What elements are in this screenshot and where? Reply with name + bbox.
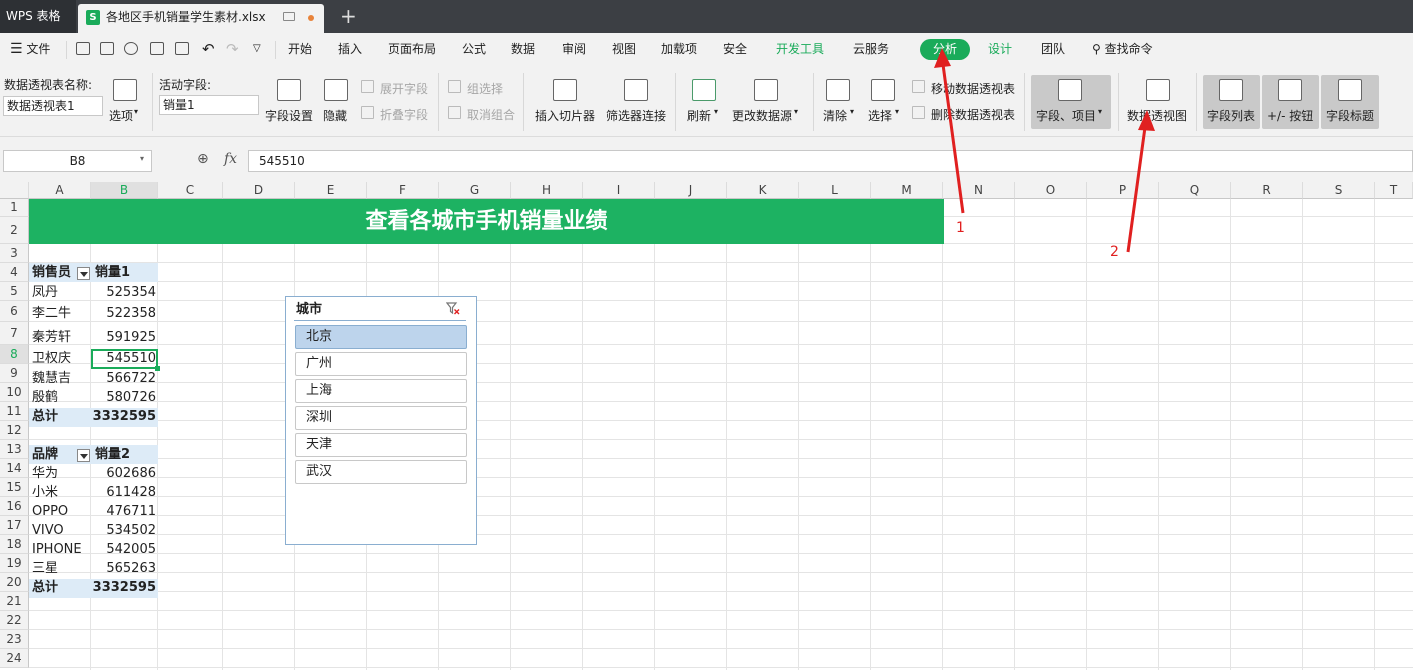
arrowhead-icon [934, 48, 951, 68]
annotation-arrow-2 [1126, 119, 1148, 253]
annotation-label-2: 2 [1110, 244, 1119, 260]
arrowhead-icon [1138, 110, 1155, 131]
annotation-arrows [934, 48, 1155, 253]
annotation-label-1: 1 [956, 220, 965, 236]
annotation-arrow-1 [940, 56, 965, 214]
